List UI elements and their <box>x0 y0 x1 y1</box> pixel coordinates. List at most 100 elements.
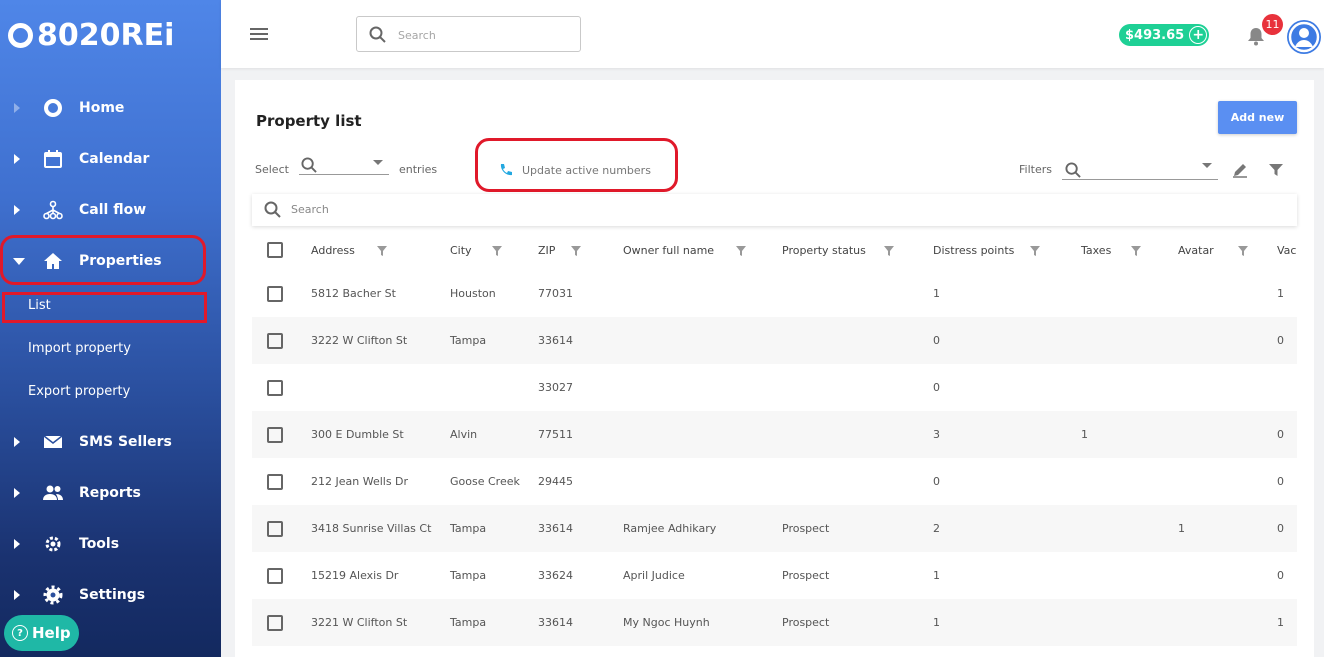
sidebar-item-label: Call flow <box>79 202 147 218</box>
notification-count-badge: 11 <box>1262 14 1283 35</box>
table-cell: 33614 <box>522 505 607 552</box>
table-cell <box>607 458 766 505</box>
sidebar-item-settings[interactable]: Settings <box>0 575 221 615</box>
column-header[interactable]: ZIP <box>522 230 607 270</box>
column-header-label: ZIP <box>538 243 556 257</box>
sidebar-item-label: SMS Sellers <box>79 434 172 450</box>
table-search-placeholder: Search <box>291 203 329 216</box>
update-highlight <box>475 138 678 192</box>
table-cell: 33614 <box>522 317 607 364</box>
row-checkbox[interactable] <box>267 567 283 584</box>
table-row[interactable]: 3221 W Clifton St Tampa 33614 My Ngoc Huynh… <box>252 599 1297 646</box>
table-row[interactable]: 300 E Dumble St Alvin 77511 3 1 0 <box>252 411 1297 458</box>
sidebar-subitem-import[interactable]: Import property <box>28 341 131 356</box>
column-filter-icon[interactable] <box>376 245 387 256</box>
sidebar-item-sms-sellers[interactable]: SMS Sellers <box>0 422 221 462</box>
table-search-input[interactable]: Search <box>252 194 1297 226</box>
brand-logo[interactable]: 8020REi <box>8 18 174 53</box>
table-cell <box>1162 552 1265 599</box>
add-new-button[interactable]: Add new <box>1218 101 1297 134</box>
table-cell: 3221 W Clifton St <box>294 599 434 646</box>
global-search-input[interactable]: Search <box>356 16 581 52</box>
sidebar-item-label: Calendar <box>79 151 150 167</box>
row-checkbox[interactable] <box>267 332 283 349</box>
table-row[interactable]: 3222 W Clifton St Tampa 33614 0 0 <box>252 317 1297 364</box>
sidebar-item-calendar[interactable]: Calendar <box>0 139 221 179</box>
table-cell <box>1162 599 1265 646</box>
column-header[interactable]: Taxes <box>1065 230 1162 270</box>
column-header-label: Vac <box>1277 243 1297 257</box>
table-cell: Houston <box>450 287 496 300</box>
table-cell <box>1065 458 1162 505</box>
sidebar-item-home[interactable]: Home <box>0 88 221 128</box>
help-button[interactable]: ? Help <box>4 615 79 651</box>
user-avatar[interactable] <box>1287 20 1321 54</box>
row-checkbox[interactable] <box>267 520 283 537</box>
table-row[interactable]: 212 Jean Wells Dr Goose Creek 29445 0 0 <box>252 458 1297 505</box>
table-cell: 0 <box>933 381 940 394</box>
add-funds-icon[interactable]: + <box>1189 26 1208 44</box>
select-all-checkbox[interactable] <box>267 242 283 258</box>
column-header[interactable]: Owner full name <box>607 230 766 270</box>
table-cell <box>1162 458 1265 505</box>
table-row[interactable]: 33027 0 <box>252 364 1297 411</box>
column-header[interactable]: Property status <box>766 230 917 270</box>
menu-icon[interactable] <box>250 28 268 40</box>
column-filter-icon[interactable] <box>571 245 582 256</box>
table-cell <box>294 364 434 411</box>
sidebar-subitem-export[interactable]: Export property <box>28 384 130 399</box>
expand-caret-icon <box>14 488 20 498</box>
table-row[interactable]: 3418 Sunrise Villas Ct S Tampa 33614 Ramjee… <box>252 505 1297 552</box>
balance-badge[interactable]: $493.65 + <box>1119 24 1210 46</box>
calendar-icon <box>42 148 64 170</box>
table-row[interactable]: 5812 Bacher St Houston 77031 1 1 <box>252 270 1297 317</box>
sidebar-item-tools[interactable]: Tools <box>0 524 221 564</box>
column-filter-icon[interactable] <box>1237 245 1248 256</box>
row-checkbox[interactable] <box>267 614 283 631</box>
column-header[interactable]: Distress points <box>917 230 1065 270</box>
column-filter-icon[interactable] <box>736 245 747 256</box>
question-icon: ? <box>12 625 28 641</box>
table-cell <box>1162 364 1265 411</box>
column-filter-icon[interactable] <box>883 245 894 256</box>
people-icon <box>42 482 64 504</box>
search-icon <box>264 201 281 218</box>
column-header-label: City <box>450 243 472 257</box>
sidebar-item-reports[interactable]: Reports <box>0 473 221 513</box>
table-row[interactable]: 15219 Alexis Dr Tampa 33624 April Judice Pro… <box>252 552 1297 599</box>
pencil-icon[interactable] <box>1232 162 1248 178</box>
expand-caret-icon <box>14 103 20 113</box>
entries-select[interactable] <box>299 155 389 175</box>
column-header-label: Owner full name <box>623 243 715 257</box>
sidebar-item-label: Home <box>79 100 125 116</box>
filters-select[interactable] <box>1062 160 1218 180</box>
table-cell <box>1065 317 1162 364</box>
column-filter-icon[interactable] <box>491 245 502 256</box>
row-checkbox[interactable] <box>267 379 283 396</box>
table-cell: Tampa <box>434 599 522 646</box>
table-cell: 1 <box>917 599 1065 646</box>
row-checkbox[interactable] <box>267 473 283 490</box>
table-cell <box>1065 552 1162 599</box>
row-checkbox[interactable] <box>267 426 283 443</box>
topbar: Search $493.65 + 11 <box>221 0 1324 68</box>
table-cell <box>766 270 917 317</box>
table-cell: 3 <box>917 411 1065 458</box>
column-header[interactable]: City <box>434 230 522 270</box>
expand-caret-icon <box>14 437 20 447</box>
table-cell: 2 <box>917 505 1065 552</box>
filter-icon[interactable] <box>1268 162 1284 178</box>
column-header[interactable]: Address <box>294 230 434 270</box>
column-header-label: Distress points <box>933 243 1015 257</box>
column-filter-icon[interactable] <box>1131 245 1142 256</box>
search-icon <box>301 157 317 173</box>
column-filter-icon[interactable] <box>1030 245 1041 256</box>
row-checkbox[interactable] <box>267 285 283 302</box>
table-header-row: Address City ZIP Owner full name Propert… <box>252 230 1297 270</box>
column-header[interactable]: Vac <box>1265 230 1297 270</box>
column-header-label: Taxes <box>1081 243 1112 257</box>
column-header[interactable]: Avatar <box>1162 230 1265 270</box>
sidebar: 8020REi Home Calendar Call flow Properti… <box>0 0 221 657</box>
sidebar-item-call-flow[interactable]: Call flow <box>0 190 221 230</box>
table-cell: 212 Jean Wells Dr <box>311 475 409 488</box>
